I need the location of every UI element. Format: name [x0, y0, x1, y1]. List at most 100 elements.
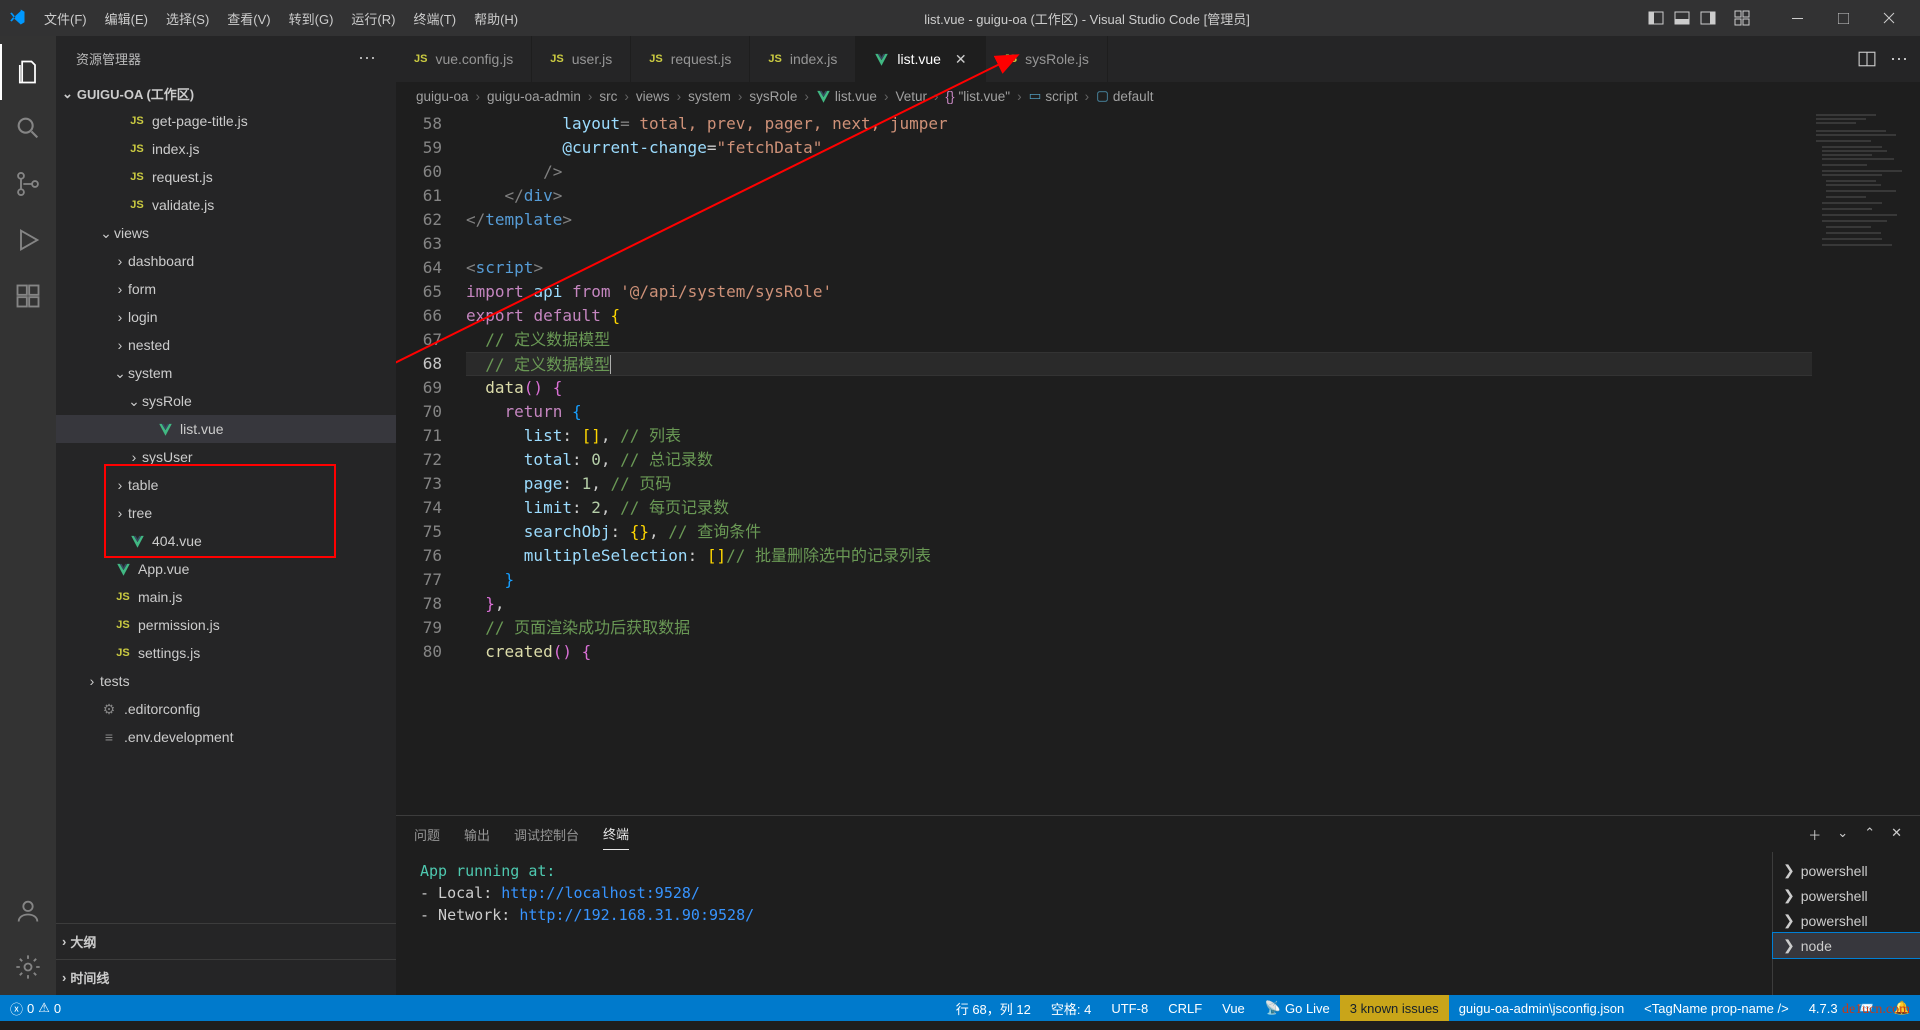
file-item[interactable]: JSsettings.js — [56, 639, 396, 667]
terminal-item[interactable]: ❯powershell — [1773, 858, 1920, 883]
minimap[interactable] — [1812, 110, 1920, 815]
errors-warnings[interactable]: ⓧ0 ⚠0 — [0, 995, 71, 1021]
panel-tab[interactable]: 调试控制台 — [514, 819, 579, 850]
close-icon[interactable]: ✕ — [955, 51, 967, 68]
breadcrumb-item[interactable]: system — [688, 89, 731, 104]
more-icon[interactable]: ⋯ — [1890, 49, 1908, 70]
tab-label: list.vue — [897, 51, 941, 67]
file-item[interactable]: JSrequest.js — [56, 163, 396, 191]
breadcrumb-item[interactable]: guigu-oa-admin — [487, 89, 581, 104]
editor-tab[interactable]: list.vue ✕ — [856, 36, 985, 82]
layout-toggle-icon[interactable] — [1648, 10, 1664, 26]
terminal-output[interactable]: App running at: - Local: http://localhos… — [396, 852, 1772, 995]
version[interactable]: 4.7.3 — [1799, 995, 1848, 1021]
folder-item[interactable]: ⌄system — [56, 359, 396, 387]
language-mode[interactable]: Vue — [1212, 995, 1255, 1021]
outline-section[interactable]: ›大纲 — [56, 928, 396, 955]
editor-tab[interactable]: JSindex.js — [750, 36, 856, 82]
file-item[interactable]: ⚙.editorconfig — [56, 695, 396, 723]
extensions-icon[interactable] — [0, 268, 56, 324]
new-terminal-icon[interactable]: ＋ — [1808, 825, 1821, 844]
chevron-down-icon[interactable]: ⌄ — [1837, 825, 1848, 844]
search-icon[interactable] — [0, 100, 56, 156]
editor-tab[interactable]: JSrequest.js — [631, 36, 750, 82]
panel-tab[interactable]: 输出 — [464, 819, 490, 850]
file-item[interactable]: JSget-page-title.js — [56, 107, 396, 135]
close-panel-icon[interactable]: ✕ — [1891, 825, 1902, 844]
menu-item[interactable]: 选择(S) — [158, 5, 217, 32]
folder-item[interactable]: ›form — [56, 275, 396, 303]
indentation[interactable]: 空格: 4 — [1041, 995, 1101, 1021]
folder-item[interactable]: ›tree — [56, 499, 396, 527]
terminal-item[interactable]: ❯powershell — [1773, 883, 1920, 908]
file-item[interactable]: JSmain.js — [56, 583, 396, 611]
breadcrumb-item[interactable]: Vetur — [895, 89, 927, 104]
breadcrumb-item[interactable]: views — [636, 89, 670, 104]
breadcrumb-item[interactable]: src — [599, 89, 617, 104]
file-item[interactable]: JSpermission.js — [56, 611, 396, 639]
encoding[interactable]: UTF-8 — [1101, 995, 1158, 1021]
known-issues[interactable]: 3 known issues — [1340, 995, 1449, 1021]
editor-tab[interactable]: JSuser.js — [532, 36, 631, 82]
folder-item[interactable]: ⌄sysRole — [56, 387, 396, 415]
panel-tab[interactable]: 终端 — [603, 818, 629, 850]
layout-toggle-icon[interactable] — [1700, 10, 1716, 26]
terminal-item[interactable]: ❯node — [1773, 933, 1920, 958]
split-editor-icon[interactable] — [1858, 50, 1876, 68]
terminal-item[interactable]: ❯powershell — [1773, 908, 1920, 933]
breadcrumb-item[interactable]: sysRole — [749, 89, 797, 104]
network-url-link[interactable]: http://192.168.31.90:9528/ — [519, 906, 754, 924]
folder-item[interactable]: ›dashboard — [56, 247, 396, 275]
cursor-position[interactable]: 行 68，列 12 — [946, 995, 1041, 1021]
file-item[interactable]: ≡.env.development — [56, 723, 396, 751]
go-live[interactable]: 📡Go Live — [1255, 995, 1340, 1021]
layout-customize-icon[interactable] — [1734, 10, 1750, 26]
breadcrumb[interactable]: guigu-oa›guigu-oa-admin›src›views›system… — [396, 82, 1920, 110]
folder-item[interactable]: ⌄views — [56, 219, 396, 247]
eol[interactable]: CRLF — [1158, 995, 1212, 1021]
code-editor[interactable]: 5859606162636465666768697071727374757677… — [396, 110, 1920, 815]
maximize-panel-icon[interactable]: ⌃ — [1864, 825, 1875, 844]
file-item[interactable]: JSindex.js — [56, 135, 396, 163]
menu-item[interactable]: 转到(G) — [281, 5, 342, 32]
panel-tab[interactable]: 问题 — [414, 819, 440, 850]
folder-item[interactable]: ›nested — [56, 331, 396, 359]
folder-item[interactable]: ›login — [56, 303, 396, 331]
file-item[interactable]: JSvalidate.js — [56, 191, 396, 219]
folder-item[interactable]: ›sysUser — [56, 443, 396, 471]
local-url-link[interactable]: http://localhost:9528/ — [501, 884, 700, 902]
menu-item[interactable]: 帮助(H) — [466, 5, 526, 32]
breadcrumb-item[interactable]: list.vue — [835, 89, 877, 104]
folder-item[interactable]: ›table — [56, 471, 396, 499]
layout-toggle-icon[interactable] — [1674, 10, 1690, 26]
code-content[interactable]: layout= total, prev, pager, next, jumper… — [466, 110, 1812, 815]
breadcrumb-item[interactable]: "list.vue" — [959, 89, 1011, 104]
timeline-section[interactable]: ›时间线 — [56, 964, 396, 991]
menu-item[interactable]: 运行(R) — [343, 5, 403, 32]
more-icon[interactable]: ⋯ — [358, 48, 376, 69]
minimize-button[interactable] — [1774, 0, 1820, 36]
editor-tab[interactable]: JSvue.config.js — [396, 36, 532, 82]
breadcrumb-item[interactable]: default — [1113, 89, 1154, 104]
breadcrumb-item[interactable]: script — [1045, 89, 1077, 104]
jsconfig-path[interactable]: guigu-oa-admin\jsconfig.json — [1449, 995, 1634, 1021]
editor-tab[interactable]: JSsysRole.js — [986, 36, 1108, 82]
menu-item[interactable]: 终端(T) — [405, 5, 464, 32]
file-item[interactable]: list.vue — [56, 415, 396, 443]
file-item[interactable]: App.vue — [56, 555, 396, 583]
menu-item[interactable]: 文件(F) — [36, 5, 95, 32]
menu-item[interactable]: 查看(V) — [219, 5, 278, 32]
breadcrumb-item[interactable]: guigu-oa — [416, 89, 469, 104]
explorer-icon[interactable] — [0, 44, 56, 100]
folder-item[interactable]: ›tests — [56, 667, 396, 695]
menu-item[interactable]: 编辑(E) — [97, 5, 156, 32]
run-debug-icon[interactable] — [0, 212, 56, 268]
gear-icon[interactable] — [0, 939, 56, 995]
file-item[interactable]: 404.vue — [56, 527, 396, 555]
workspace-section[interactable]: ⌄ GUIGU-OA (工作区) — [56, 80, 396, 107]
source-control-icon[interactable] — [0, 156, 56, 212]
close-button[interactable] — [1866, 0, 1912, 36]
maximize-button[interactable] — [1820, 0, 1866, 36]
account-icon[interactable] — [0, 883, 56, 939]
tag-format[interactable]: <TagName prop-name /> — [1634, 995, 1799, 1021]
